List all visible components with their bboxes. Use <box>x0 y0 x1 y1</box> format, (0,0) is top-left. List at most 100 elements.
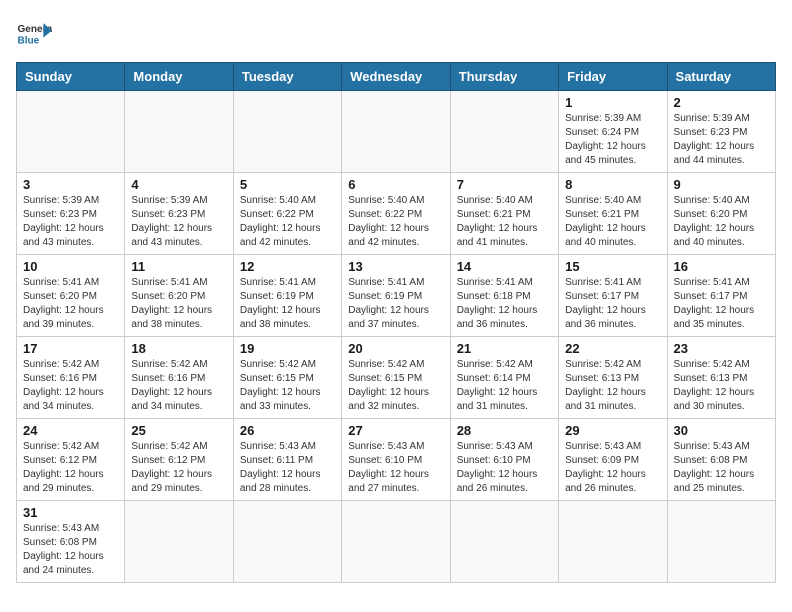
calendar-cell <box>233 501 341 583</box>
day-info: Sunrise: 5:41 AM Sunset: 6:20 PM Dayligh… <box>131 276 226 332</box>
day-info: Sunrise: 5:39 AM Sunset: 6:23 PM Dayligh… <box>23 194 118 250</box>
weekday-header-wednesday: Wednesday <box>342 63 450 91</box>
day-number: 31 <box>23 505 118 520</box>
day-number: 3 <box>23 177 118 192</box>
day-number: 27 <box>348 423 443 438</box>
day-number: 19 <box>240 341 335 356</box>
day-number: 22 <box>565 341 660 356</box>
weekday-header-saturday: Saturday <box>667 63 775 91</box>
calendar-cell: 26Sunrise: 5:43 AM Sunset: 6:11 PM Dayli… <box>233 419 341 501</box>
calendar-cell <box>342 91 450 173</box>
day-number: 1 <box>565 95 660 110</box>
day-number: 18 <box>131 341 226 356</box>
day-number: 8 <box>565 177 660 192</box>
day-number: 11 <box>131 259 226 274</box>
logo-icon: General Blue <box>16 16 52 52</box>
calendar-cell: 28 Sunrise: 5:43 AM Sunset: 6:10 PM Dayli… <box>450 419 558 501</box>
day-number: 4 <box>131 177 226 192</box>
day-number: 10 <box>23 259 118 274</box>
day-info: Sunrise: 5:43 AM Sunset: 6:08 PM Dayligh… <box>674 440 769 496</box>
calendar-week-2: 3 Sunrise: 5:39 AM Sunset: 6:23 PM Daylig… <box>17 173 776 255</box>
day-info: Sunrise: 5:42 AM Sunset: 6:15 PM Dayligh… <box>348 358 443 414</box>
day-number: 7 <box>457 177 552 192</box>
calendar-cell: 9 Sunrise: 5:40 AM Sunset: 6:20 PM Daylig… <box>667 173 775 255</box>
calendar-cell: 13 Sunrise: 5:41 AM Sunset: 6:19 PM Dayli… <box>342 255 450 337</box>
day-number: 15 <box>565 259 660 274</box>
day-number: 16 <box>674 259 769 274</box>
calendar-cell: 16 Sunrise: 5:41 AM Sunset: 6:17 PM Dayli… <box>667 255 775 337</box>
calendar-cell: 21 Sunrise: 5:42 AM Sunset: 6:14 PM Dayli… <box>450 337 558 419</box>
calendar-cell <box>17 91 125 173</box>
calendar-week-6: 31 Sunrise: 5:43 AM Sunset: 6:08 PM Dayli… <box>17 501 776 583</box>
calendar-cell <box>450 91 558 173</box>
calendar-cell: 30 Sunrise: 5:43 AM Sunset: 6:08 PM Dayli… <box>667 419 775 501</box>
day-info: Sunrise: 5:42 AM Sunset: 6:12 PM Dayligh… <box>23 440 118 496</box>
day-number: 2 <box>674 95 769 110</box>
day-number: 28 <box>457 423 552 438</box>
calendar-week-5: 24 Sunrise: 5:42 AM Sunset: 6:12 PM Dayli… <box>17 419 776 501</box>
calendar-cell: 18Sunrise: 5:42 AM Sunset: 6:16 PM Dayli… <box>125 337 233 419</box>
page-header: General Blue <box>16 16 776 52</box>
day-info: Sunrise: 5:43 AM Sunset: 6:11 PM Dayligh… <box>240 440 335 496</box>
calendar-cell: 6Sunrise: 5:40 AM Sunset: 6:22 PM Daylig… <box>342 173 450 255</box>
day-number: 30 <box>674 423 769 438</box>
calendar-cell <box>667 501 775 583</box>
day-info: Sunrise: 5:41 AM Sunset: 6:20 PM Dayligh… <box>23 276 118 332</box>
day-number: 17 <box>23 341 118 356</box>
calendar-cell: 1 Sunrise: 5:39 AM Sunset: 6:24 PM Daylig… <box>559 91 667 173</box>
calendar-cell <box>342 501 450 583</box>
calendar-cell: 31 Sunrise: 5:43 AM Sunset: 6:08 PM Dayli… <box>17 501 125 583</box>
calendar-cell: 11 Sunrise: 5:41 AM Sunset: 6:20 PM Dayli… <box>125 255 233 337</box>
day-info: Sunrise: 5:42 AM Sunset: 6:15 PM Dayligh… <box>240 358 335 414</box>
day-info: Sunrise: 5:41 AM Sunset: 6:18 PM Dayligh… <box>457 276 552 332</box>
weekday-header-sunday: Sunday <box>17 63 125 91</box>
calendar-cell: 17 Sunrise: 5:42 AM Sunset: 6:16 PM Dayli… <box>17 337 125 419</box>
day-info: Sunrise: 5:39 AM Sunset: 6:23 PM Dayligh… <box>131 194 226 250</box>
day-info: Sunrise: 5:41 AM Sunset: 6:17 PM Dayligh… <box>674 276 769 332</box>
day-info: Sunrise: 5:43 AM Sunset: 6:09 PM Dayligh… <box>565 440 660 496</box>
calendar-cell: 2Sunrise: 5:39 AM Sunset: 6:23 PM Daylig… <box>667 91 775 173</box>
day-info: Sunrise: 5:43 AM Sunset: 6:10 PM Dayligh… <box>348 440 443 496</box>
day-number: 24 <box>23 423 118 438</box>
calendar-week-1: 1 Sunrise: 5:39 AM Sunset: 6:24 PM Daylig… <box>17 91 776 173</box>
day-number: 13 <box>348 259 443 274</box>
day-info: Sunrise: 5:42 AM Sunset: 6:13 PM Dayligh… <box>674 358 769 414</box>
calendar-cell: 19 Sunrise: 5:42 AM Sunset: 6:15 PM Dayli… <box>233 337 341 419</box>
calendar-cell <box>450 501 558 583</box>
weekday-header-row: SundayMondayTuesdayWednesdayThursdayFrid… <box>17 63 776 91</box>
calendar-cell: 27 Sunrise: 5:43 AM Sunset: 6:10 PM Dayli… <box>342 419 450 501</box>
day-info: Sunrise: 5:41 AM Sunset: 6:17 PM Dayligh… <box>565 276 660 332</box>
calendar-cell: 20Sunrise: 5:42 AM Sunset: 6:15 PM Dayli… <box>342 337 450 419</box>
day-number: 25 <box>131 423 226 438</box>
calendar-cell <box>125 501 233 583</box>
calendar-week-3: 10 Sunrise: 5:41 AM Sunset: 6:20 PM Dayli… <box>17 255 776 337</box>
day-info: Sunrise: 5:40 AM Sunset: 6:21 PM Dayligh… <box>457 194 552 250</box>
day-number: 29 <box>565 423 660 438</box>
calendar-cell: 10 Sunrise: 5:41 AM Sunset: 6:20 PM Dayli… <box>17 255 125 337</box>
calendar-week-4: 17 Sunrise: 5:42 AM Sunset: 6:16 PM Dayli… <box>17 337 776 419</box>
day-info: Sunrise: 5:43 AM Sunset: 6:08 PM Dayligh… <box>23 522 118 578</box>
day-info: Sunrise: 5:41 AM Sunset: 6:19 PM Dayligh… <box>348 276 443 332</box>
calendar-table: SundayMondayTuesdayWednesdayThursdayFrid… <box>16 62 776 583</box>
day-info: Sunrise: 5:40 AM Sunset: 6:20 PM Dayligh… <box>674 194 769 250</box>
calendar-cell: 25 Sunrise: 5:42 AM Sunset: 6:12 PM Dayli… <box>125 419 233 501</box>
day-number: 9 <box>674 177 769 192</box>
weekday-header-tuesday: Tuesday <box>233 63 341 91</box>
day-number: 21 <box>457 341 552 356</box>
calendar-cell: 7 Sunrise: 5:40 AM Sunset: 6:21 PM Daylig… <box>450 173 558 255</box>
day-info: Sunrise: 5:42 AM Sunset: 6:16 PM Dayligh… <box>23 358 118 414</box>
day-info: Sunrise: 5:42 AM Sunset: 6:14 PM Dayligh… <box>457 358 552 414</box>
calendar-cell: 14 Sunrise: 5:41 AM Sunset: 6:18 PM Dayli… <box>450 255 558 337</box>
day-info: Sunrise: 5:42 AM Sunset: 6:12 PM Dayligh… <box>131 440 226 496</box>
weekday-header-friday: Friday <box>559 63 667 91</box>
day-info: Sunrise: 5:40 AM Sunset: 6:22 PM Dayligh… <box>348 194 443 250</box>
calendar-cell: 12Sunrise: 5:41 AM Sunset: 6:19 PM Dayli… <box>233 255 341 337</box>
calendar-cell: 29 Sunrise: 5:43 AM Sunset: 6:09 PM Dayli… <box>559 419 667 501</box>
calendar-cell: 15 Sunrise: 5:41 AM Sunset: 6:17 PM Dayli… <box>559 255 667 337</box>
day-info: Sunrise: 5:39 AM Sunset: 6:24 PM Dayligh… <box>565 112 660 168</box>
day-info: Sunrise: 5:43 AM Sunset: 6:10 PM Dayligh… <box>457 440 552 496</box>
calendar-cell: 4 Sunrise: 5:39 AM Sunset: 6:23 PM Daylig… <box>125 173 233 255</box>
calendar-cell <box>233 91 341 173</box>
calendar-cell <box>125 91 233 173</box>
day-number: 14 <box>457 259 552 274</box>
